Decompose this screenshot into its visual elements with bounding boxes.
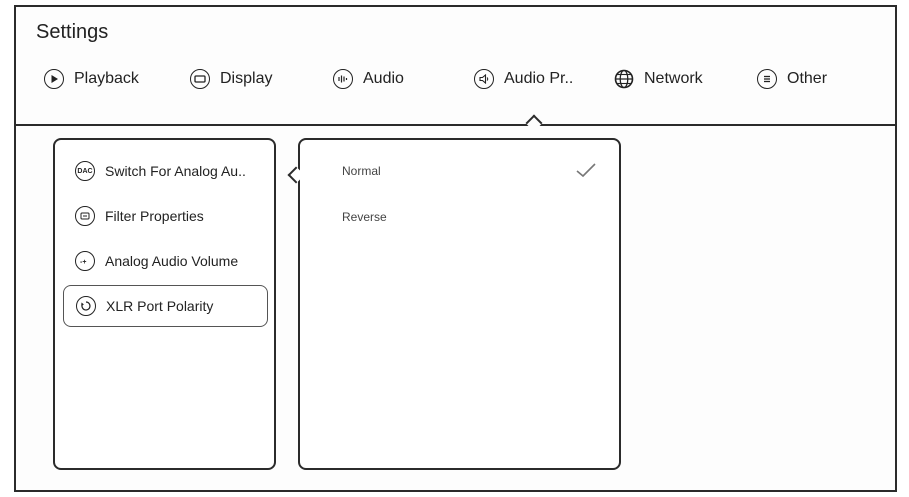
menu-item-label: Switch For Analog Au.. xyxy=(105,163,246,179)
tab-label: Other xyxy=(787,70,828,87)
menu-item-switch-analog-audio[interactable]: DAC Switch For Analog Au.. xyxy=(63,152,268,190)
tab-label: Audio xyxy=(363,70,404,87)
polarity-icon xyxy=(76,296,96,316)
tab-label: Playback xyxy=(74,70,139,87)
menu-item-label: Filter Properties xyxy=(105,208,204,224)
tab-audio-pr[interactable]: Audio Pr.. xyxy=(474,62,573,96)
option-normal[interactable]: Normal xyxy=(342,164,381,178)
tab-playback[interactable]: Playback xyxy=(44,62,139,96)
tab-display[interactable]: Display xyxy=(190,62,272,96)
menu-item-filter-properties[interactable]: Filter Properties xyxy=(63,197,268,235)
tab-label: Network xyxy=(644,70,703,87)
tab-label: Audio Pr.. xyxy=(504,70,574,87)
menu-item-label: XLR Port Polarity xyxy=(106,298,214,314)
tab-label: Display xyxy=(220,70,273,87)
settings-menu: DAC Switch For Analog Au.. Filter Proper… xyxy=(53,138,276,470)
tab-audio[interactable]: Audio xyxy=(333,62,404,96)
dac-icon: DAC xyxy=(75,161,95,181)
tab-other[interactable]: Other xyxy=(757,62,827,96)
globe-icon xyxy=(614,69,634,89)
speaker-icon xyxy=(474,69,494,89)
menu-item-analog-audio-volume[interactable]: -+ Analog Audio Volume xyxy=(63,242,268,280)
options-panel: Normal Reverse xyxy=(298,138,621,470)
checkmark-icon xyxy=(576,163,596,178)
filter-icon xyxy=(75,206,95,226)
page-title: Settings xyxy=(36,21,109,43)
list-icon xyxy=(757,69,777,89)
header-divider xyxy=(14,124,897,126)
tab-network[interactable]: Network xyxy=(614,62,703,96)
svg-text:-+: -+ xyxy=(80,259,86,265)
volume-icon: -+ xyxy=(75,251,95,271)
menu-item-label: Analog Audio Volume xyxy=(105,253,239,269)
audio-icon xyxy=(333,69,353,89)
tab-bar: Playback Display Audio Audio Pr.. Networ… xyxy=(0,62,909,98)
option-reverse[interactable]: Reverse xyxy=(342,210,387,224)
display-icon xyxy=(190,69,210,89)
play-icon xyxy=(44,69,64,89)
menu-item-xlr-port-polarity[interactable]: XLR Port Polarity xyxy=(63,285,268,327)
